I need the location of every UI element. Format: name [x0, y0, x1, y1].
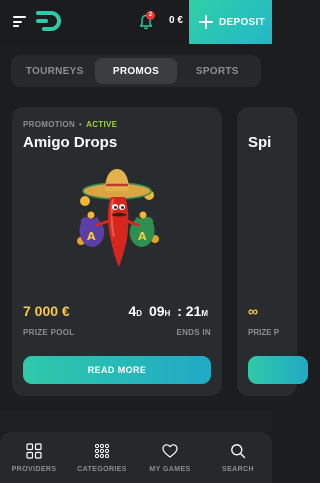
timer-separator: :	[177, 303, 182, 319]
timer-hours-unit: H	[164, 309, 171, 318]
nav-search[interactable]: SEARCH	[204, 432, 272, 483]
grid-2x2-icon	[26, 443, 42, 459]
svg-text:A: A	[87, 230, 96, 243]
ends-in-label: ENDS IN	[176, 328, 211, 337]
nav-providers[interactable]: PROVIDERS	[0, 432, 68, 483]
balance[interactable]: 0 €	[164, 15, 188, 26]
next-prize-pool-value: ∞	[248, 303, 258, 319]
deposit-button[interactable]: DEPOSIT	[189, 0, 272, 44]
timer-minutes-unit: M	[201, 309, 208, 318]
nav-providers-label: PROVIDERS	[11, 466, 57, 473]
tab-promos[interactable]: PROMOS	[95, 58, 177, 84]
next-read-more-button[interactable]	[248, 356, 308, 384]
nav-search-label: SEARCH	[222, 466, 254, 473]
timer-hours: 09	[148, 303, 165, 319]
nav-my-games-label: MY GAMES	[149, 466, 191, 473]
search-icon	[231, 444, 246, 459]
top-header: 2 0 € DEPOSIT	[0, 0, 272, 44]
nav-categories[interactable]: CATEGORIES	[68, 432, 136, 483]
svg-text:A: A	[138, 230, 147, 243]
promo-title: Amigo Drops	[23, 134, 118, 151]
content-footer-gap	[0, 410, 272, 432]
menu-icon[interactable]	[13, 16, 26, 27]
tab-sports[interactable]: SPORTS	[177, 58, 258, 84]
nav-categories-label: CATEGORIES	[77, 466, 127, 473]
heart-icon	[162, 444, 178, 458]
next-promo-card[interactable]: Spi ∞ PRIZE P	[237, 107, 308, 396]
deposit-label: DEPOSIT	[219, 16, 265, 28]
logo[interactable]	[36, 11, 62, 31]
nav-my-games[interactable]: MY GAMES	[136, 432, 204, 483]
timer-minutes: 21	[185, 303, 202, 319]
timer-days-unit: D	[136, 309, 143, 318]
tab-tourneys[interactable]: TOURNEYS	[14, 58, 95, 84]
promo-type: PROMOTION	[23, 120, 76, 129]
promo-artwork: A A	[77, 169, 159, 267]
next-prize-pool-label: PRIZE P	[248, 328, 280, 337]
plus-icon	[199, 15, 213, 29]
promo-card[interactable]: PROMOTION • ACTIVE Amigo Drops A A 7 000…	[12, 107, 222, 396]
grid-3x3-dots-icon	[94, 443, 110, 459]
next-promo-title: Spi	[248, 134, 272, 151]
promo-status: ACTIVE	[86, 120, 118, 129]
bottom-navigation: PROVIDERS CATEGORIES MY GAMES SEARCH	[0, 432, 272, 483]
promo-tabs: TOURNEYS PROMOS SPORTS	[11, 55, 261, 87]
countdown-timer: 4D 09H : 21M	[128, 303, 211, 319]
notification-badge: 2	[146, 11, 155, 20]
read-more-button[interactable]: READ MORE	[23, 356, 211, 384]
prize-pool-label: PRIZE POOL	[23, 328, 75, 337]
promo-meta: PROMOTION • ACTIVE	[23, 120, 118, 129]
prize-pool-value: 7 000 €	[23, 303, 70, 319]
